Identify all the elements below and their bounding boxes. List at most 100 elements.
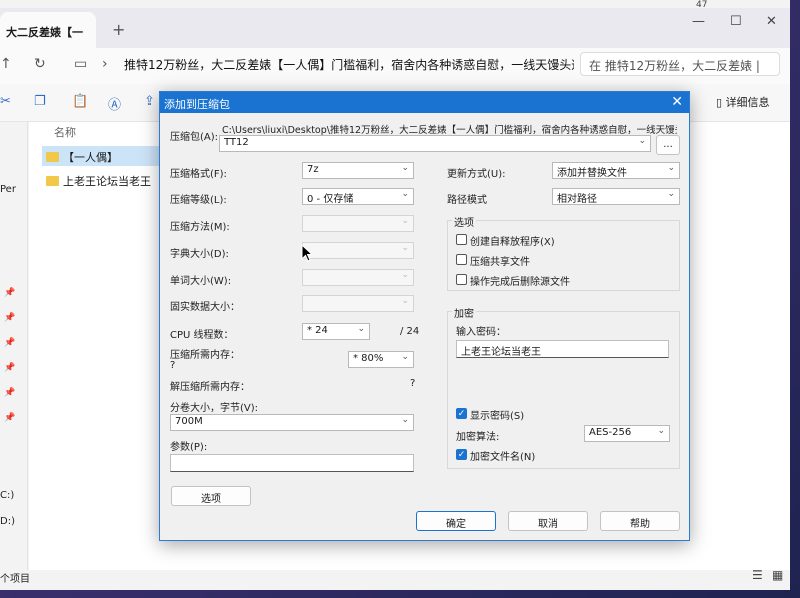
file-name: 上老王论坛当老王 <box>63 175 151 188</box>
list-item[interactable]: 上老王论坛当老王 <box>42 170 172 190</box>
chevron-down-icon: ⌄ <box>401 163 409 173</box>
split-size-combo[interactable]: 700M ⌄ <box>170 414 414 431</box>
chevron-down-icon: ⌄ <box>357 324 365 334</box>
level-select[interactable]: 0 - 仅存储 ⌄ <box>302 188 414 205</box>
new-tab-icon[interactable]: + <box>112 20 125 39</box>
tab-title: 大二反差婊【一 <box>6 26 83 39</box>
nav-item-drive-d[interactable]: D:) <box>0 516 15 527</box>
dictionary-label: 字典大小(D): <box>170 249 229 260</box>
cpu-label: CPU 线程数： <box>170 330 234 341</box>
chevron-down-icon: ⌄ <box>401 415 409 425</box>
memory-value-unknown: ? <box>170 360 176 371</box>
dialog-titlebar[interactable]: 添加到压缩包 <box>160 92 689 113</box>
encrypt-names-checkbox[interactable]: ✓ <box>456 449 467 460</box>
encryption-method-select[interactable]: AES-256 ⌄ <box>584 425 670 442</box>
status-item-count: 个项目 <box>0 574 30 585</box>
method-label: 压缩方法(M): <box>170 222 230 233</box>
options-group-title: 选项 <box>452 214 476 229</box>
copy-icon[interactable]: ❐ <box>34 94 46 109</box>
format-label: 压缩格式(F): <box>170 169 227 180</box>
chevron-down-icon: ⌄ <box>657 426 665 436</box>
chevron-down-icon: ⌄ <box>401 296 409 306</box>
address-path[interactable]: 推特12万粉丝，大二反差婊【一人偶】门槛福利，宿舍内各种诱惑自慰，一线天馒头逼 <box>124 56 574 73</box>
show-password-checkbox[interactable]: ✓ <box>456 408 467 419</box>
dictionary-select: ⌄ <box>302 242 414 259</box>
pin-icon: 📌 <box>4 363 16 373</box>
nav-item-fragment[interactable]: Per <box>0 184 16 195</box>
shared-label: 压缩共享文件 <box>470 257 530 268</box>
cpu-threads-select[interactable]: * 24 ⌄ <box>302 323 370 340</box>
details-label: 详细信息 <box>725 96 770 109</box>
display-icon[interactable]: ▭ <box>74 56 87 72</box>
dialog-title: 添加到压缩包 <box>164 98 230 111</box>
minimize-icon[interactable]: — <box>692 14 705 29</box>
chevron-down-icon: ⌄ <box>401 243 409 253</box>
options-button[interactable]: 选项 <box>171 486 251 506</box>
chevron-down-icon: ⌄ <box>401 189 409 199</box>
solid-size-label: 固实数据大小： <box>170 302 240 313</box>
details-view-icon[interactable]: ☰ <box>752 568 763 582</box>
memory-percent-select[interactable]: * 80% ⌄ <box>348 351 414 368</box>
method-select: ⌄ <box>302 215 414 232</box>
help-button[interactable]: 帮助 <box>600 511 680 531</box>
archive-name-value: TT12 <box>224 137 249 148</box>
column-header-name[interactable]: 名称 <box>54 124 76 140</box>
chevron-down-icon: ⌄ <box>401 352 409 362</box>
password-label: 输入密码： <box>456 327 506 338</box>
folder-icon <box>46 176 59 186</box>
share-icon[interactable]: ⇪ <box>144 94 155 109</box>
chevron-down-icon: ⌄ <box>667 189 675 199</box>
file-name: 【一人偶】 <box>63 151 118 164</box>
browse-button[interactable]: ... <box>656 135 680 155</box>
tab-active[interactable]: 大二反差婊【一 <box>0 12 96 48</box>
details-button[interactable]: ▯ 详细信息 <box>716 94 770 110</box>
encrypt-names-label: 加密文件名(N) <box>470 452 536 463</box>
mouse-pointer-icon <box>301 244 313 262</box>
search-input[interactable]: 在 推特12万粉丝，大二反差婊 | <box>580 52 780 76</box>
update-mode-select[interactable]: 添加并替换文件 ⌄ <box>552 162 680 179</box>
memory-percent-value: * 80% <box>353 353 384 364</box>
tiles-view-icon[interactable]: ▦ <box>772 568 783 582</box>
refresh-icon[interactable]: ↻ <box>34 56 46 72</box>
chevron-down-icon: ⌄ <box>638 136 646 146</box>
format-value: 7z <box>307 164 319 175</box>
ok-button[interactable]: 确定 <box>416 511 496 531</box>
sfx-checkbox[interactable] <box>456 234 467 245</box>
encryption-method-label: 加密算法: <box>456 432 500 443</box>
decompress-memory-value: ? <box>410 378 416 389</box>
delete-source-checkbox[interactable] <box>456 274 467 285</box>
arrow-up-icon[interactable]: ↑ <box>0 56 12 72</box>
update-mode-value: 添加并替换文件 <box>557 168 627 179</box>
params-label: 参数(P): <box>170 442 208 453</box>
dialog-close-icon[interactable]: ✕ <box>671 94 683 110</box>
list-item[interactable]: 【一人偶】 <box>42 146 172 166</box>
pin-icon: 📌 <box>4 313 16 323</box>
paste-icon[interactable]: 📋 <box>72 94 88 109</box>
password-input[interactable]: 上老王论坛当老王 <box>456 340 669 358</box>
cancel-button[interactable]: 取消 <box>508 511 588 531</box>
format-select[interactable]: 7z ⌄ <box>302 162 414 179</box>
nav-item-drive-c[interactable]: C:) <box>0 490 14 501</box>
path-mode-select[interactable]: 相对路径 ⌄ <box>552 188 680 205</box>
close-icon[interactable]: ✕ <box>766 14 777 29</box>
encryption-method-value: AES-256 <box>589 427 632 438</box>
path-mode-value: 相对路径 <box>557 194 597 205</box>
sfx-label: 创建自释放程序(X) <box>470 237 555 248</box>
params-input[interactable] <box>170 454 414 472</box>
update-mode-label: 更新方式(U): <box>447 169 506 180</box>
chevron-down-icon: ⌄ <box>401 270 409 280</box>
chevron-right-icon: › <box>102 56 108 72</box>
path-mode-label: 路径模式 <box>447 195 487 206</box>
corner-number: 47 <box>696 0 708 10</box>
archive-label: 压缩包(A): <box>170 132 219 143</box>
cut-icon[interactable]: ✂ <box>0 94 11 109</box>
add-to-archive-dialog: 添加到压缩包 ✕ 压缩包(A): C:\Users\liuxi\Desktop\… <box>159 91 690 541</box>
chevron-down-icon: ⌄ <box>667 163 675 173</box>
shared-checkbox[interactable] <box>456 254 467 265</box>
rename-icon[interactable]: Ⓐ <box>108 94 121 113</box>
archive-name-combo[interactable]: TT12 ⌄ <box>219 135 651 152</box>
maximize-icon[interactable]: ☐ <box>730 14 742 29</box>
split-size-label: 分卷大小，字节(V): <box>170 403 259 414</box>
decompress-memory-label: 解压缩所需内存： <box>170 382 250 393</box>
folder-icon <box>46 152 59 162</box>
